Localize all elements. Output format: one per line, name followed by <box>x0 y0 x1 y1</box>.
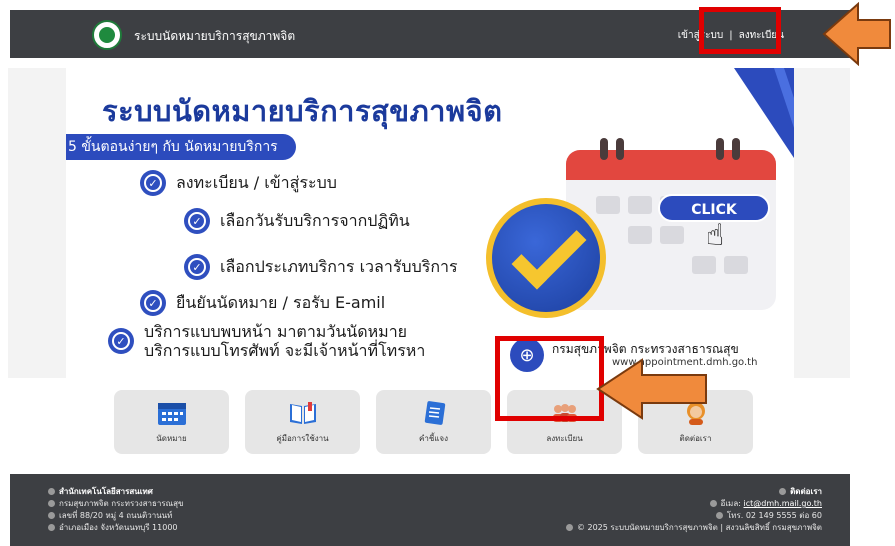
step-text: ลงทะเบียน / เข้าสู่ระบบ <box>176 172 337 192</box>
document-icon <box>419 400 449 426</box>
banner-card: ระบบนัดหมายบริการสุขภาพจิต 5 ขั้นตอนง่าย… <box>66 68 794 378</box>
tile-label: คำชี้แจง <box>418 433 449 443</box>
tile-appointment[interactable]: นัดหมาย <box>114 390 229 454</box>
institution-icon <box>48 500 55 507</box>
check-circle-icon: ✓ <box>108 328 134 354</box>
check-circle-icon: ✓ <box>184 254 210 280</box>
ministry-logo[interactable] <box>92 20 122 50</box>
annotation-arrow-icon <box>822 2 891 66</box>
send-icon <box>709 500 717 507</box>
tile-label: คู่มือการใช้งาน <box>276 433 329 443</box>
calendar-icon <box>157 400 187 426</box>
phone-icon <box>715 512 723 519</box>
step-item: ✓ บริการแบบพบหน้า มาตามวันนัดหมาย บริการ… <box>108 322 425 360</box>
check-circle-icon: ✓ <box>184 208 210 234</box>
step-item: ✓ ลงทะเบียน / เข้าสู่ระบบ <box>140 170 337 196</box>
mail-icon <box>779 488 787 495</box>
annotation-highlight-box <box>699 7 781 54</box>
banner-title: ระบบนัดหมายบริการสุขภาพจิต <box>102 94 503 128</box>
footer-email-label: อีเมล <box>720 499 739 508</box>
location-icon <box>48 524 55 531</box>
annotation-highlight-box <box>495 336 604 421</box>
footer-address-line: อำเภอเมือง จังหวัดนนทบุรี 11000 <box>59 523 178 532</box>
footer-contact: ติดต่อเรา อีเมล: ict@dmh.mail.go.th โทร.… <box>565 486 822 534</box>
footer-address-line: เลขที่ 88/20 หมู่ 4 ถนนติวานนท์ <box>59 511 173 520</box>
steps-label: 5 ขั้นตอนง่ายๆ กับ นัดหมายบริการ <box>66 134 296 160</box>
tile-manual[interactable]: คู่มือการใช้งาน <box>245 390 360 454</box>
tile-label: ติดต่อเรา <box>679 433 712 443</box>
pointer-hand-icon: ☝ <box>706 218 725 253</box>
footer-email-link[interactable]: ict@dmh.mail.go.th <box>743 499 822 508</box>
footer-dept: กรมสุขภาพจิต กระทรวงสาธารณสุข <box>59 499 184 508</box>
step-text: เลือกประเภทบริการ เวลารับบริการ <box>220 256 458 276</box>
step-text: เลือกวันรับบริการจากปฏิทิน <box>220 210 410 230</box>
step-item: ✓ เลือกประเภทบริการ เวลารับบริการ <box>184 254 458 280</box>
copyright-icon <box>565 524 573 531</box>
footer-org: สำนักเทคโนโลยีสารสนเทศ <box>59 487 153 496</box>
site-title[interactable]: ระบบนัดหมายบริการสุขภาพจิต <box>134 27 295 46</box>
book-icon <box>288 400 318 426</box>
step-text: บริการแบบโทรศัพท์ จะมีเจ้าหน้าที่โทรหา <box>144 341 426 360</box>
check-circle-icon: ✓ <box>140 170 166 196</box>
step-text: ยืนยันนัดหมาย / รอรับ E-amil <box>176 292 386 312</box>
footer-copyright: © 2025 ระบบนัดหมายบริการสุขภาพจิต | สงวน… <box>576 523 822 532</box>
footer-contact-heading: ติดต่อเรา <box>790 487 822 496</box>
step-item: ✓ ยืนยันนัดหมาย / รอรับ E-amil <box>140 290 385 316</box>
check-circle-icon: ✓ <box>140 290 166 316</box>
footer-address: สำนักเทคโนโลยีสารสนเทศ กรมสุขภาพจิต กระท… <box>48 486 183 534</box>
step-item: ✓ เลือกวันรับบริการจากปฏิทิน <box>184 208 410 234</box>
tile-label: นัดหมาย <box>156 433 187 443</box>
location-icon <box>48 512 55 519</box>
footer: สำนักเทคโนโลยีสารสนเทศ กรมสุขภาพจิต กระท… <box>10 474 850 546</box>
tile-label: ลงทะเบียน <box>546 433 583 443</box>
step-text: บริการแบบพบหน้า มาตามวันนัดหมาย <box>144 322 408 341</box>
building-icon <box>48 488 55 495</box>
tile-instructions[interactable]: คำชี้แจง <box>376 390 491 454</box>
footer-phone: โทร. 02 149 5555 ต่อ 60 <box>726 511 822 520</box>
annotation-arrow-icon <box>596 358 707 420</box>
checkmark-badge-icon <box>486 198 606 318</box>
hero-banner: ระบบนัดหมายบริการสุขภาพจิต 5 ขั้นตอนง่าย… <box>8 68 850 378</box>
